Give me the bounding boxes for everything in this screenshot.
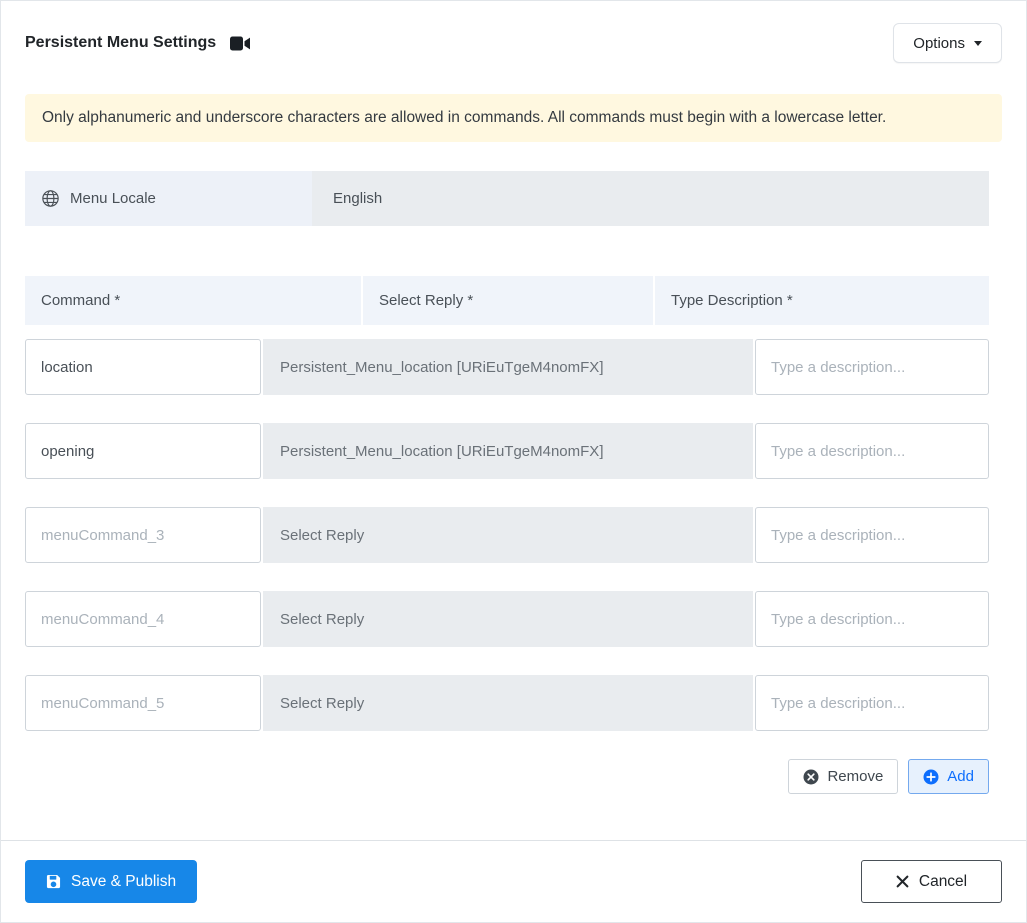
header: Persistent Menu Settings Options [25, 1, 1002, 63]
persistent-menu-settings-panel: Persistent Menu Settings Options Only al… [0, 0, 1027, 923]
circle-x-icon [803, 769, 819, 785]
alert-banner: Only alphanumeric and underscore charact… [25, 94, 1002, 142]
remove-row-button[interactable]: Remove [788, 759, 899, 794]
description-input[interactable] [755, 591, 989, 647]
command-input[interactable] [25, 675, 261, 731]
menu-locale-row: Menu Locale English [25, 171, 989, 226]
description-input[interactable] [755, 507, 989, 563]
save-publish-button[interactable]: Save & Publish [25, 860, 198, 903]
cancel-label: Cancel [918, 872, 968, 890]
add-row-button[interactable]: Add [908, 759, 989, 794]
add-label: Add [947, 768, 974, 785]
select-reply-value: Select Reply [280, 610, 365, 628]
select-reply-dropdown[interactable]: Select Reply [263, 591, 753, 647]
options-button[interactable]: Options [893, 23, 1002, 63]
select-reply-value: Persistent_Menu_location [URiEuTgeM4nomF… [280, 358, 604, 376]
menu-locale-value: English [333, 190, 383, 207]
footer: Save & Publish Cancel [1, 840, 1026, 922]
page-title: Persistent Menu Settings [25, 34, 217, 51]
command-input[interactable] [25, 507, 261, 563]
menu-locale-label-text: Menu Locale [70, 190, 156, 207]
command-input[interactable] [25, 339, 261, 395]
globe-icon [42, 190, 59, 207]
row-actions: Remove Add [25, 759, 989, 794]
description-input[interactable] [755, 675, 989, 731]
title-wrap: Persistent Menu Settings [25, 34, 251, 52]
select-reply-dropdown[interactable]: Persistent_Menu_location [URiEuTgeM4nomF… [263, 339, 753, 395]
description-input[interactable] [755, 423, 989, 479]
select-reply-dropdown[interactable]: Select Reply [263, 675, 753, 731]
alert-text: Only alphanumeric and underscore charact… [42, 109, 887, 126]
save-icon [46, 874, 61, 889]
save-label: Save & Publish [71, 872, 177, 890]
select-reply-dropdown[interactable]: Select Reply [263, 507, 753, 563]
table-row: Select Reply [25, 675, 989, 731]
options-label: Options [913, 34, 965, 52]
select-reply-value: Select Reply [280, 694, 365, 712]
column-header-type-description: Type Description * [655, 276, 989, 325]
menu-locale-label: Menu Locale [25, 171, 312, 226]
table-row: Persistent_Menu_location [URiEuTgeM4nomF… [25, 339, 989, 395]
table-row: Select Reply [25, 591, 989, 647]
cancel-button[interactable]: Cancel [861, 860, 1002, 903]
chevron-down-icon [974, 40, 982, 46]
column-header-select-reply: Select Reply * [363, 276, 653, 325]
command-input[interactable] [25, 591, 261, 647]
table-header: Command * Select Reply * Type Descriptio… [25, 276, 989, 325]
video-camera-icon [230, 36, 251, 51]
description-input[interactable] [755, 339, 989, 395]
table-row: Select Reply [25, 507, 989, 563]
table-row: Persistent_Menu_location [URiEuTgeM4nomF… [25, 423, 989, 479]
select-reply-dropdown[interactable]: Persistent_Menu_location [URiEuTgeM4nomF… [263, 423, 753, 479]
column-header-command: Command * [25, 276, 361, 325]
x-icon [896, 875, 909, 888]
remove-label: Remove [827, 768, 884, 785]
command-input[interactable] [25, 423, 261, 479]
select-reply-value: Persistent_Menu_location [URiEuTgeM4nomF… [280, 442, 604, 460]
select-reply-value: Select Reply [280, 526, 365, 544]
circle-plus-icon [923, 769, 939, 785]
menu-locale-select[interactable]: English [312, 171, 989, 226]
